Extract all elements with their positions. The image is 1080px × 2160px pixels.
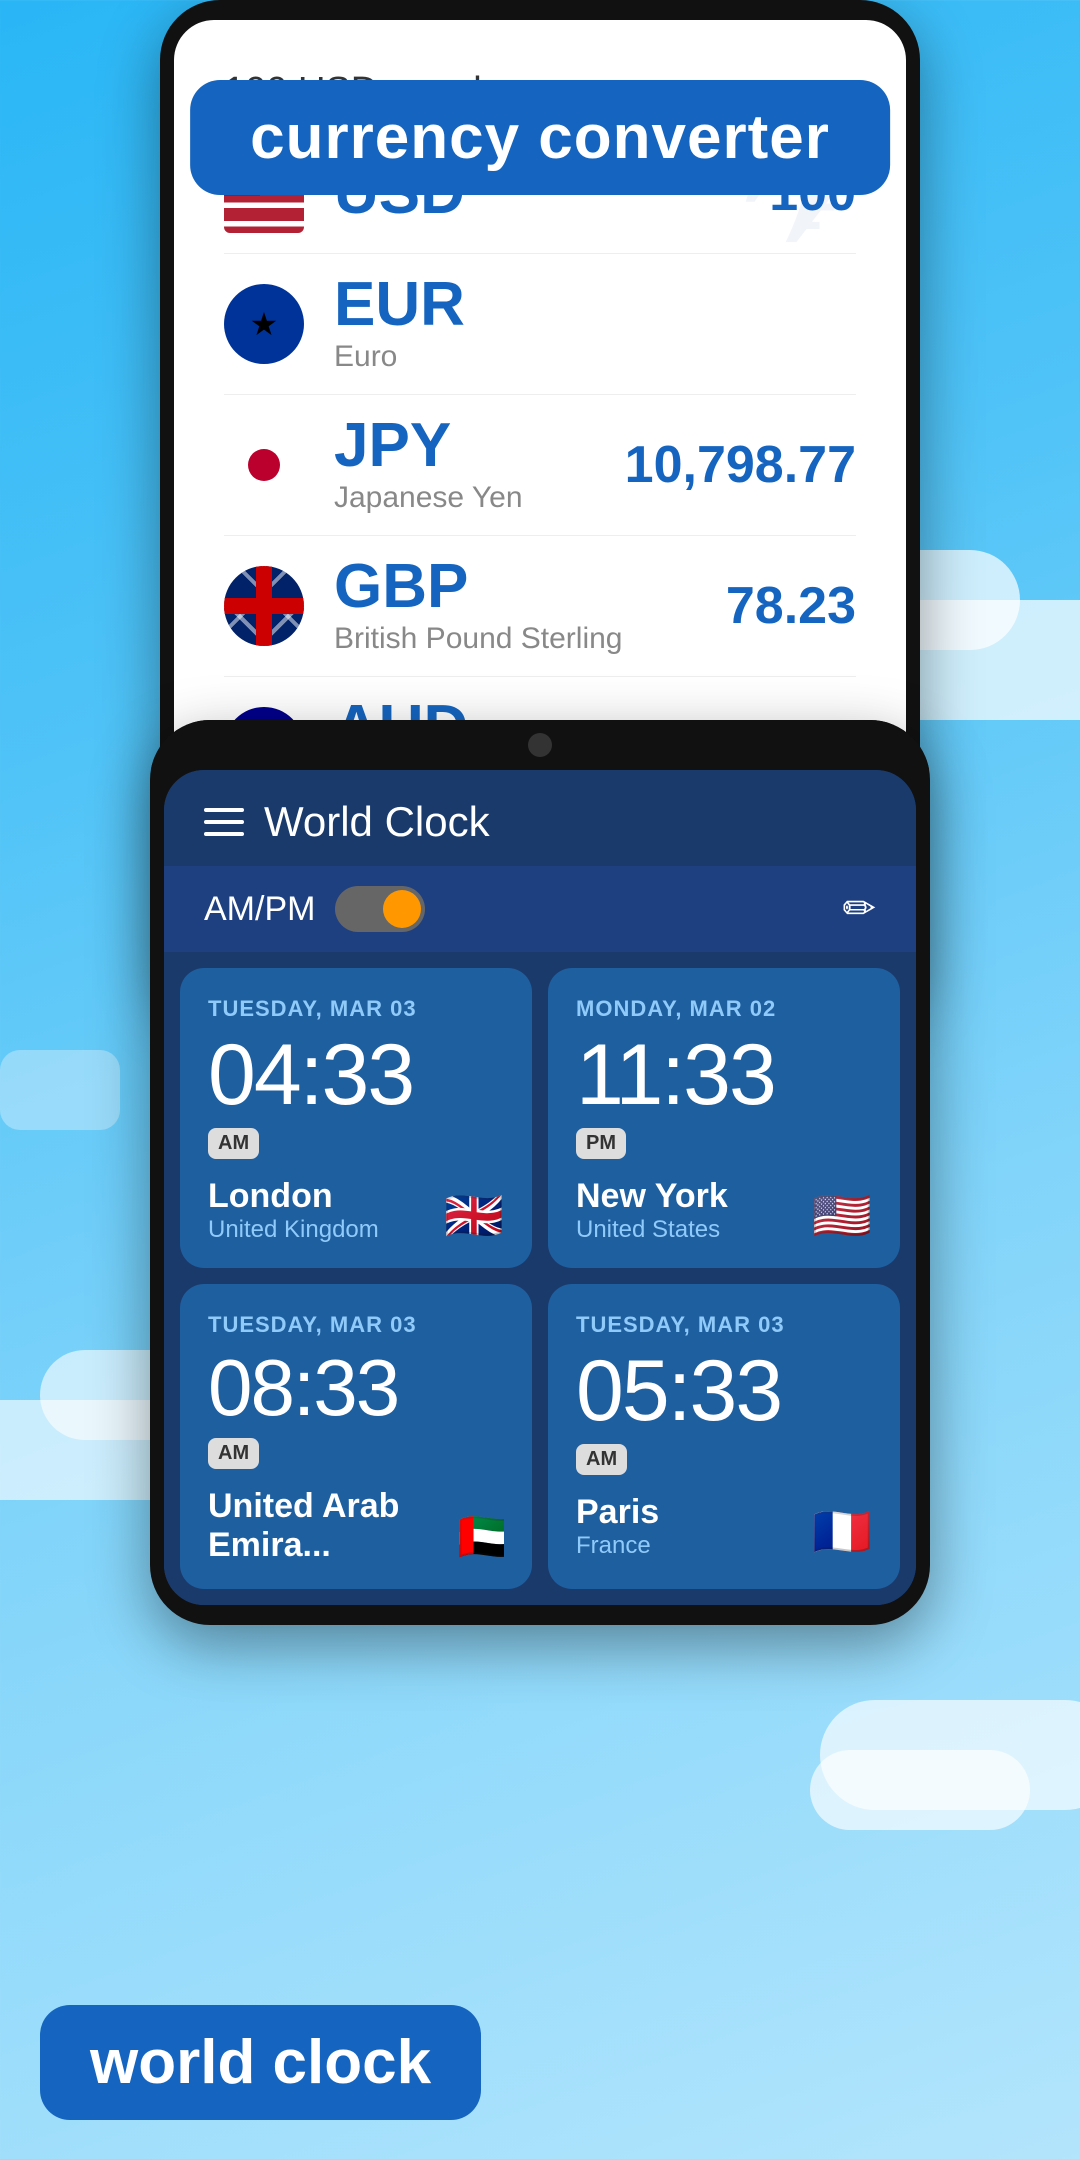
toggle-knob — [383, 890, 421, 928]
currency-info-eur: EUR Euro — [334, 274, 856, 374]
clock-card-uae: TUESDAY, MAR 03 08:33 AM United Arab Emi… — [180, 1284, 532, 1589]
currency-value-jpy: 10,798.77 — [625, 435, 856, 495]
clock-toolbar: AM/PM ✏ — [164, 866, 916, 952]
ampm-toggle[interactable] — [335, 886, 425, 932]
flag-newyork: 🇺🇸 — [812, 1187, 872, 1244]
card-bottom-newyork: New York United States 🇺🇸 — [576, 1177, 872, 1244]
phone-notch — [150, 720, 930, 770]
clock-screen: World Clock AM/PM ✏ TUESDAY, MAR 03 04:3… — [164, 770, 916, 1605]
currency-row-gbp: GBP British Pound Sterling 78.23 — [224, 536, 856, 677]
currency-code-gbp: GBP — [334, 556, 726, 618]
world-clock-phone: World Clock AM/PM ✏ TUESDAY, MAR 03 04:3… — [150, 720, 930, 1625]
currency-name-eur: Euro — [334, 340, 856, 374]
clock-date-uae: TUESDAY, MAR 03 — [208, 1312, 504, 1338]
city-info-uae: United Arab Emira... — [208, 1487, 458, 1565]
card-bottom-uae: United Arab Emira... 🇦🇪 — [208, 1487, 504, 1565]
clock-card-london: TUESDAY, MAR 03 04:33 AM London United K… — [180, 968, 532, 1268]
flag-london: 🇬🇧 — [444, 1187, 504, 1244]
notch-dot — [528, 733, 552, 757]
currency-converter-badge: currency converter — [190, 80, 890, 195]
country-name-paris: France — [576, 1532, 659, 1560]
clock-card-paris: TUESDAY, MAR 03 05:33 AM Paris France 🇫🇷 — [548, 1284, 900, 1589]
clock-header: World Clock — [164, 770, 916, 866]
edit-icon[interactable]: ✏ — [842, 886, 876, 932]
city-name-newyork: New York — [576, 1177, 728, 1216]
flag-paris: 🇫🇷 — [812, 1503, 872, 1560]
city-name-paris: Paris — [576, 1493, 659, 1532]
currency-name-jpy: Japanese Yen — [334, 481, 625, 515]
ampm-badge-uae: AM — [208, 1438, 259, 1469]
currency-info-gbp: GBP British Pound Sterling — [334, 556, 726, 656]
clock-time-london: 04:33 — [208, 1032, 504, 1118]
clock-date-london: TUESDAY, MAR 03 — [208, 996, 504, 1022]
flag-gbp — [224, 566, 304, 646]
flag-uae: 🇦🇪 — [458, 1508, 504, 1565]
country-name-newyork: United States — [576, 1216, 728, 1244]
city-info-paris: Paris France — [576, 1493, 659, 1560]
country-name-london: United Kingdom — [208, 1216, 379, 1244]
clock-time-newyork: 11:33 — [576, 1032, 872, 1118]
currency-code-eur: EUR — [334, 274, 856, 336]
clock-header-title: World Clock — [264, 798, 876, 846]
ampm-badge-london: AM — [208, 1128, 259, 1159]
city-info-newyork: New York United States — [576, 1177, 728, 1244]
clock-card-newyork: MONDAY, MAR 02 11:33 PM New York United … — [548, 968, 900, 1268]
card-bottom-paris: Paris France 🇫🇷 — [576, 1493, 872, 1560]
city-info-london: London United Kingdom — [208, 1177, 379, 1244]
currency-code-jpy: JPY — [334, 415, 625, 477]
city-name-london: London — [208, 1177, 379, 1216]
clock-date-paris: TUESDAY, MAR 03 — [576, 1312, 872, 1338]
clock-time-paris: 05:33 — [576, 1348, 872, 1434]
ampm-label: AM/PM — [204, 890, 315, 929]
clock-grid: TUESDAY, MAR 03 04:33 AM London United K… — [164, 952, 916, 1605]
hamburger-menu-icon[interactable] — [204, 808, 244, 836]
currency-value-gbp: 78.23 — [726, 576, 856, 636]
clock-date-newyork: MONDAY, MAR 02 — [576, 996, 872, 1022]
ampm-badge-newyork: PM — [576, 1128, 626, 1159]
flag-eur: ★ — [224, 284, 304, 364]
currency-name-gbp: British Pound Sterling — [334, 622, 726, 656]
flag-jpy — [224, 425, 304, 505]
ampm-badge-paris: AM — [576, 1444, 627, 1475]
currency-row-jpy: JPY Japanese Yen 10,798.77 — [224, 395, 856, 536]
card-bottom-london: London United Kingdom 🇬🇧 — [208, 1177, 504, 1244]
world-clock-badge: world clock — [40, 2005, 481, 2120]
currency-info-jpy: JPY Japanese Yen — [334, 415, 625, 515]
city-name-uae: United Arab Emira... — [208, 1487, 458, 1565]
clock-time-uae: 08:33 — [208, 1348, 504, 1428]
currency-row-eur: ★ EUR Euro — [224, 254, 856, 395]
